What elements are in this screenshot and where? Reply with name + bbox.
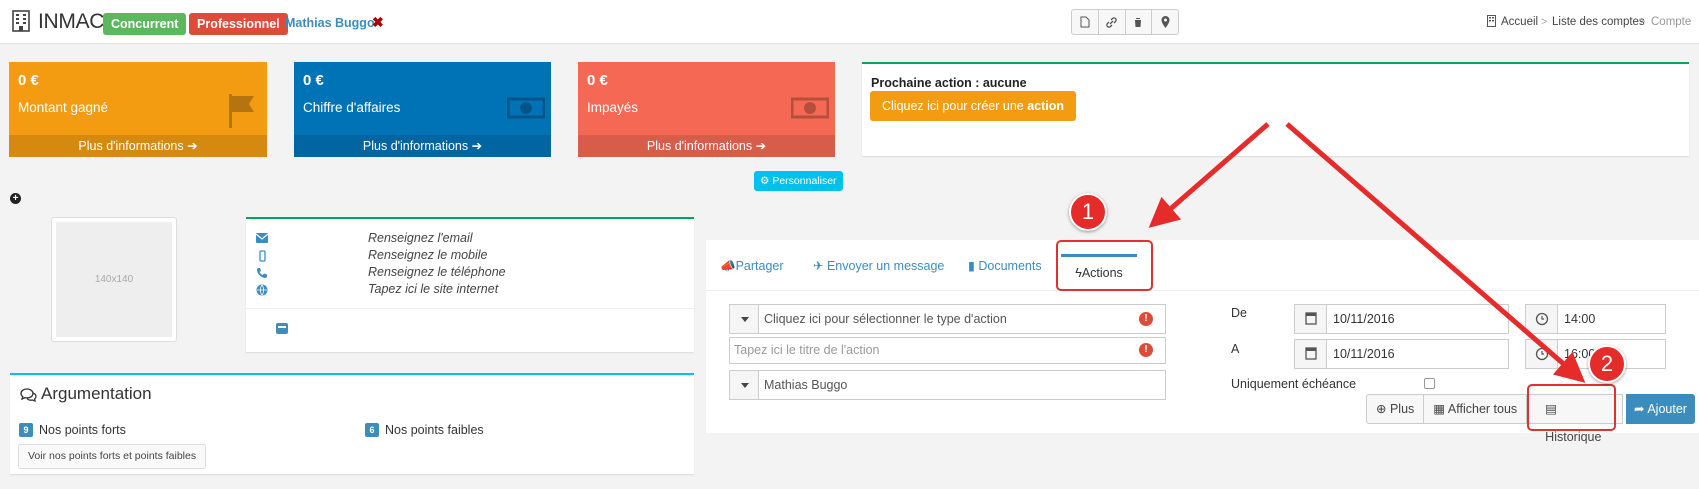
marker-1: 1 <box>1069 193 1107 231</box>
highlight-actions-tab <box>1056 240 1153 291</box>
arrow-to-actions <box>1148 122 1270 228</box>
marker-2: 2 <box>1588 345 1626 383</box>
annotation-arrows <box>1148 122 1586 383</box>
arrow-to-history <box>1285 122 1586 383</box>
highlight-history-button <box>1527 384 1616 431</box>
